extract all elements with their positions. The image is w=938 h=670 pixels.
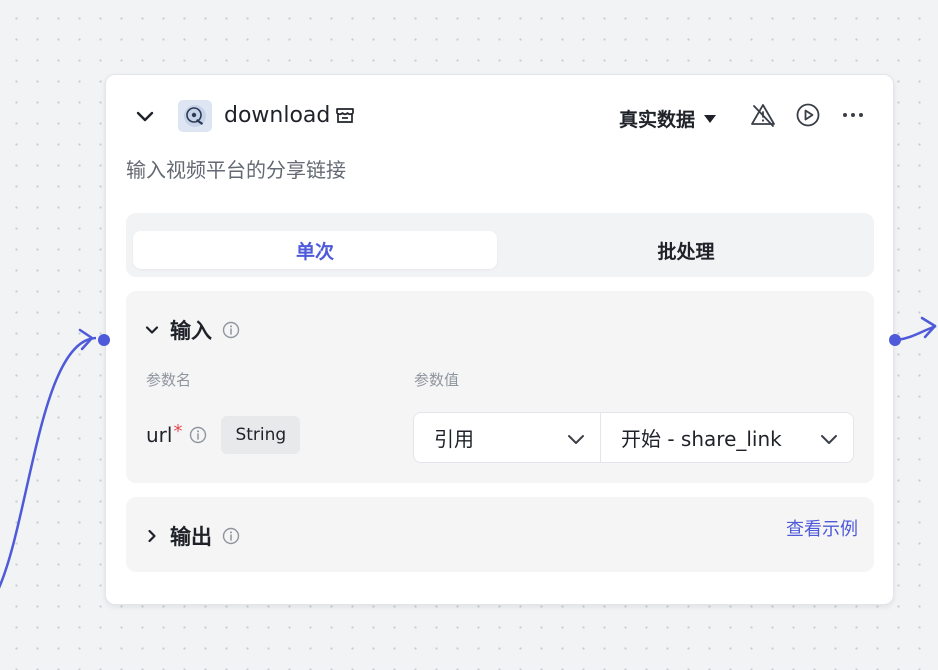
output-section-toggle[interactable]: 输出 — [144, 521, 240, 551]
param-value-header: 参数值 — [414, 371, 460, 389]
triangle-down-icon — [704, 114, 717, 123]
more-options-button[interactable] — [839, 101, 867, 129]
warning-off-icon — [751, 104, 775, 127]
output-section-label: 输出 — [170, 525, 212, 549]
input-section-toggle[interactable]: 输入 — [144, 315, 240, 345]
info-icon[interactable] — [222, 321, 240, 339]
incoming-edge-arrow — [78, 328, 94, 351]
input-panel: 输入 参数名 参数值 url * String 引用 开始 - share_li… — [126, 291, 874, 483]
plugin-logo — [178, 100, 212, 132]
plugin-node-card[interactable]: download 真实数据 输入视频平台的分享链接 单次 批处理 输入 参数名 … — [105, 74, 894, 605]
node-header: download 真实数据 — [106, 75, 893, 159]
reference-variable-label: 开始 - share_link — [621, 427, 782, 451]
input-port[interactable] — [98, 334, 110, 346]
chevron-down-icon — [566, 429, 586, 449]
tab-batch[interactable]: 批处理 — [504, 231, 868, 269]
play-circle-icon — [796, 103, 820, 127]
required-mark: * — [173, 420, 183, 442]
warning-off-button[interactable] — [749, 101, 777, 129]
info-icon[interactable] — [189, 426, 207, 444]
input-section-label: 输入 — [170, 319, 212, 343]
output-port[interactable] — [889, 334, 901, 346]
outgoing-edge — [896, 324, 937, 342]
outgoing-edge-arrow — [920, 316, 937, 339]
value-mode-label: 引用 — [434, 427, 474, 451]
incoming-edge — [0, 336, 97, 589]
param-type-tag: String — [221, 416, 301, 454]
param-name: url — [146, 423, 173, 447]
tab-single[interactable]: 单次 — [133, 231, 497, 269]
value-mode-select[interactable]: 引用 — [413, 412, 601, 463]
info-icon[interactable] — [222, 527, 240, 545]
param-row: url * String — [146, 416, 301, 454]
run-mode-tabs: 单次 批处理 — [126, 213, 874, 277]
node-title: download — [224, 103, 331, 128]
chevron-right-icon — [148, 529, 156, 543]
store-icon[interactable] — [334, 104, 356, 126]
chevron-down-icon — [136, 111, 154, 122]
data-source-select[interactable]: 真实数据 — [619, 105, 717, 132]
chevron-down-icon — [819, 429, 839, 449]
node-description: 输入视频平台的分享链接 — [126, 158, 346, 182]
more-icon — [843, 113, 863, 117]
reference-variable-select[interactable]: 开始 - share_link — [600, 412, 854, 463]
param-name-header: 参数名 — [146, 371, 192, 389]
collapse-node-button[interactable] — [132, 103, 158, 129]
output-panel: 输出 查看示例 — [126, 497, 874, 572]
chevron-down-icon — [145, 326, 159, 334]
view-example-link[interactable]: 查看示例 — [786, 515, 858, 541]
run-node-button[interactable] — [794, 101, 822, 129]
data-source-label: 真实数据 — [619, 109, 696, 131]
